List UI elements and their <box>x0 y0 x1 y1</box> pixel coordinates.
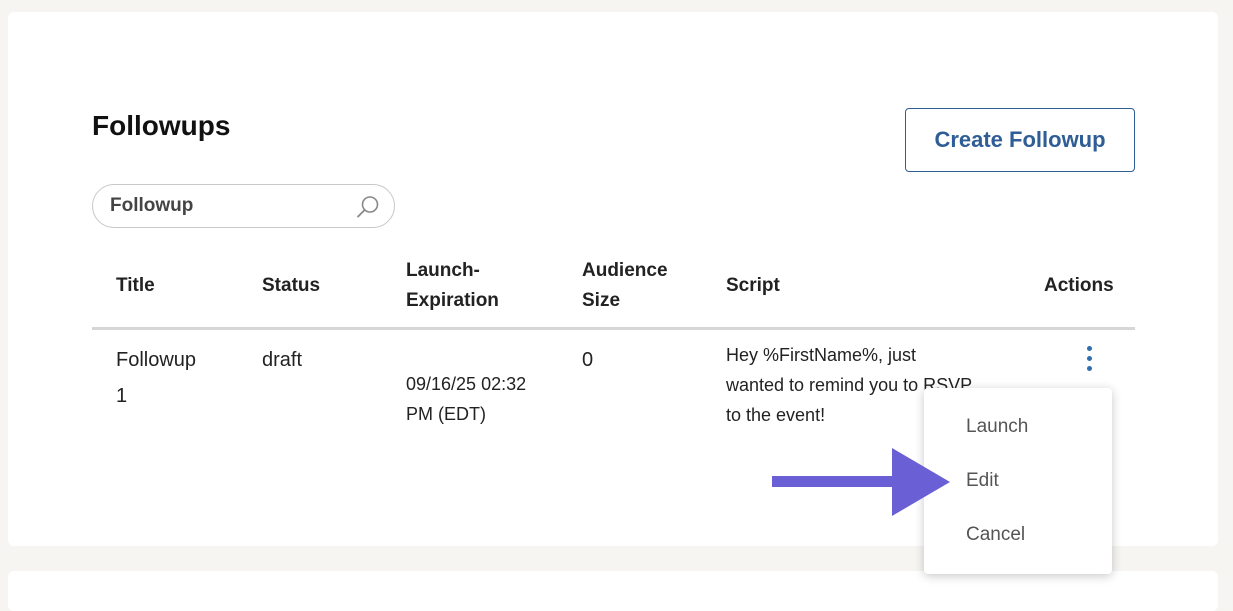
cell-title[interactable]: Followup 1 <box>116 342 196 414</box>
cell-launch-expiration: 09/16/25 02:32 PM (EDT) <box>406 374 527 424</box>
menu-item-launch[interactable]: Launch <box>924 400 1112 454</box>
next-card <box>8 571 1218 611</box>
column-header-actions: Actions <box>1044 275 1114 296</box>
create-followup-button[interactable]: Create Followup <box>905 108 1135 172</box>
search-icon[interactable] <box>355 194 381 220</box>
column-header-status[interactable]: Status <box>262 271 320 301</box>
column-header-audience-size[interactable]: Audience Size <box>582 256 668 316</box>
menu-item-cancel[interactable]: Cancel <box>924 508 1112 562</box>
cell-audience-size: 0 <box>582 349 594 371</box>
column-header-title[interactable]: Title <box>116 271 155 301</box>
search-box <box>92 184 395 228</box>
search-input[interactable] <box>110 185 350 227</box>
table-header: Title Status Launch- Expiration Audience… <box>92 250 1135 330</box>
menu-item-edit[interactable]: Edit <box>924 454 1112 508</box>
page-title: Followups <box>92 110 231 141</box>
pointer-arrow-icon <box>772 448 950 516</box>
cell-status: draft <box>262 349 303 371</box>
actions-dropdown-menu: Launch Edit Cancel <box>924 388 1112 574</box>
more-vertical-icon[interactable] <box>1077 346 1101 380</box>
column-header-script[interactable]: Script <box>726 271 780 301</box>
column-header-launch-expiration[interactable]: Launch- Expiration <box>406 256 499 316</box>
